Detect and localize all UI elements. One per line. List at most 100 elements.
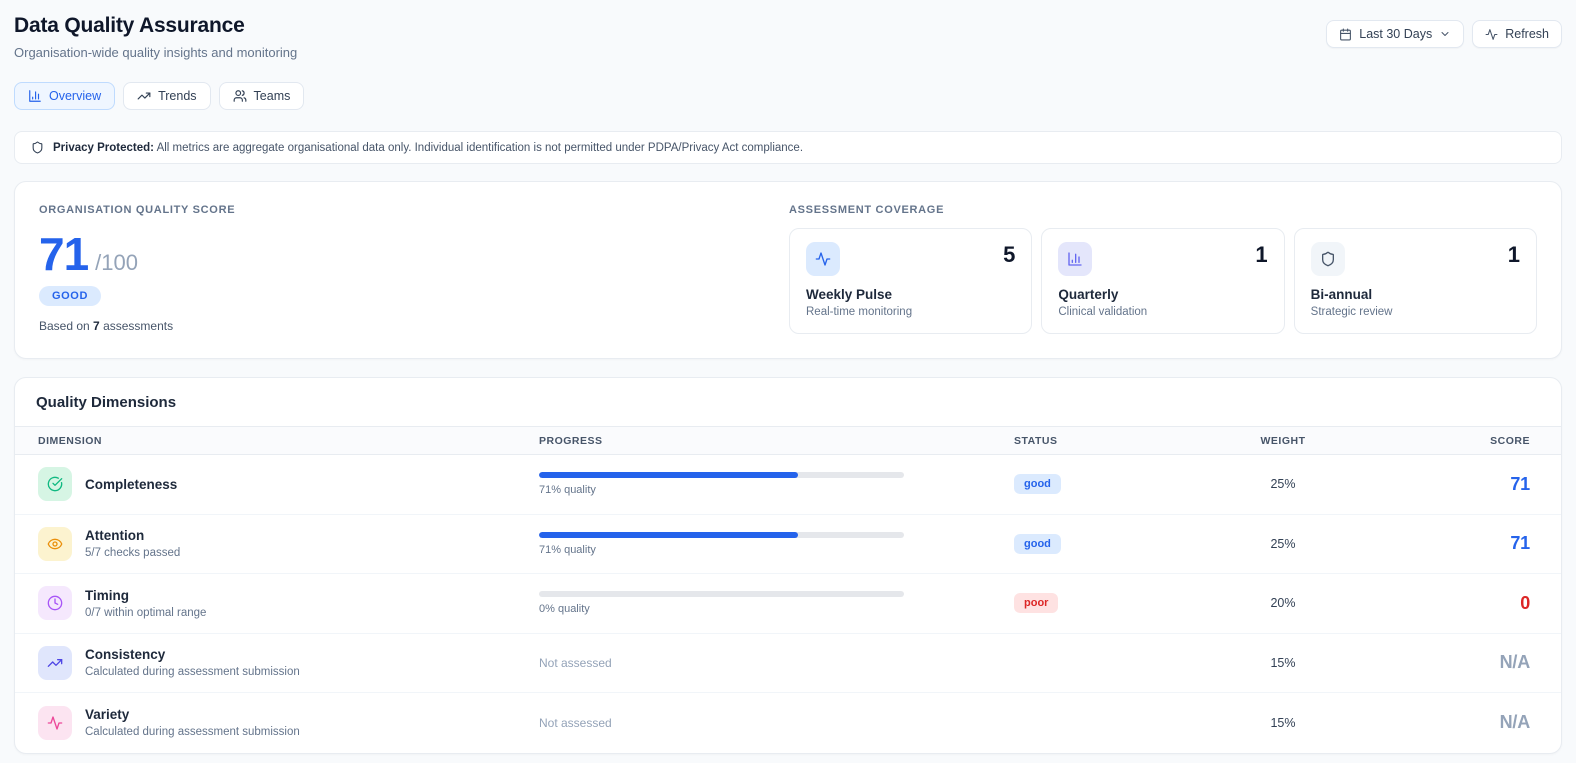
tab[interactable]: Trends <box>123 82 211 110</box>
coverage-card-subtitle: Strategic review <box>1310 306 1393 318</box>
weight-value: 20% <box>1270 596 1296 611</box>
assessment-coverage-section: Assessment Coverage 5 Weekly Pulse Real-… <box>789 204 1537 334</box>
score-value: 71 <box>1510 473 1530 494</box>
progress-bar-fill <box>539 531 799 538</box>
coverage-card-title: Weekly Pulse <box>806 287 893 302</box>
refresh-label: Refresh <box>1505 27 1549 41</box>
assessment-coverage-cards: 5 Weekly Pulse Real-time monitoring 1 Qu… <box>789 228 1537 334</box>
coverage-card: 1 Bi-annual Strategic review <box>1293 228 1537 334</box>
status-badge: good <box>1014 533 1061 554</box>
tab-label: Trends <box>158 89 197 103</box>
coverage-card-count: 1 <box>1255 242 1268 267</box>
table-row: Timing 0/7 within optimal range 0% quali… <box>15 574 1561 634</box>
dimension-icon <box>47 715 63 731</box>
quality-score-section-label: Organisation Quality Score <box>39 204 236 216</box>
coverage-card-icon <box>1067 251 1083 267</box>
table-row: Completeness 71% quality good 25% 71 <box>15 455 1561 515</box>
dimension-icon <box>47 536 63 552</box>
table-row: Attention 5/7 checks passed 71% quality … <box>15 515 1561 574</box>
progress-not-assessed: Not assessed <box>539 715 612 730</box>
dimension-subtitle: 0/7 within optimal range <box>85 606 207 619</box>
tab-icon <box>233 89 247 103</box>
weight-value: 25% <box>1270 477 1296 492</box>
progress-bar-track <box>539 591 904 598</box>
score-number: 71 <box>39 228 89 280</box>
dimension-icon <box>47 476 63 492</box>
refresh-button[interactable]: Refresh <box>1472 20 1562 48</box>
score-status-badge: GOOD <box>39 286 102 306</box>
privacy-body: All metrics are aggregate organisational… <box>156 141 804 154</box>
score-value: 0 <box>1520 592 1530 613</box>
date-range-label: Last 30 Days <box>1359 27 1433 41</box>
coverage-card-icon-box <box>1058 242 1093 276</box>
progress-cell: 71% quality <box>539 531 1014 556</box>
status-badge: good <box>1014 474 1061 495</box>
privacy-banner: Privacy Protected: All metrics are aggre… <box>14 131 1562 164</box>
dimension-cell: Completeness <box>38 467 539 502</box>
progress-label: 71% quality <box>539 484 596 497</box>
quality-score-section: Organisation Quality Score 71 /100 GOOD … <box>39 204 235 334</box>
weight-value: 15% <box>1270 655 1296 670</box>
progress-label: 0% quality <box>539 603 590 616</box>
tab-icon <box>28 89 42 103</box>
progress-cell: Not assessed <box>539 716 1014 730</box>
calendar-icon <box>1339 28 1352 41</box>
progress-label: 71% quality <box>539 543 596 556</box>
dimension-icon-box <box>38 526 72 561</box>
topbar-titles: Data Quality Assurance Organisation-wide… <box>14 14 297 60</box>
progress-not-assessed: Not assessed <box>539 655 612 670</box>
table-header-row: DIMENSION PROGRESS STATUS WEIGHT SCORE <box>15 427 1561 455</box>
coverage-card-title: Quarterly <box>1058 287 1119 302</box>
progress-cell: 71% quality <box>539 472 1014 496</box>
coverage-card-count: 1 <box>1507 242 1520 267</box>
status-badge: poor <box>1014 593 1059 614</box>
privacy-text: Privacy Protected: All metrics are aggre… <box>53 142 803 154</box>
assessment-count: 7 <box>93 319 100 333</box>
coverage-card: 1 Quarterly Clinical validation <box>1041 228 1285 334</box>
dimension-subtitle: 5/7 checks passed <box>85 547 181 560</box>
column-header-score: SCORE <box>1490 434 1530 447</box>
table-body: Completeness 71% quality good 25% 71 Att… <box>15 455 1561 753</box>
progress-bar-fill <box>539 472 799 479</box>
tab[interactable]: Teams <box>218 82 305 110</box>
tab[interactable]: Overview <box>14 82 116 110</box>
score-value: N/A <box>1499 712 1531 733</box>
score-footnote: Based on 7 assessments <box>39 319 174 333</box>
assessment-coverage-label: Assessment Coverage <box>789 204 945 216</box>
table-row: Variety Calculated during assessment sub… <box>15 693 1561 753</box>
status-cell: good <box>1014 533 1173 554</box>
progress-bar-track <box>539 472 904 479</box>
coverage-card-icon-box <box>806 242 840 276</box>
activity-icon <box>1485 28 1498 41</box>
quality-dimensions-header: Quality Dimensions <box>15 378 1561 427</box>
coverage-card-icon <box>1320 251 1336 267</box>
score-value: 71 <box>1510 533 1530 554</box>
chevron-down-icon <box>1439 28 1451 40</box>
coverage-card-icon-box <box>1310 242 1345 276</box>
column-header-dimension: DIMENSION <box>38 434 103 447</box>
coverage-card-subtitle: Clinical validation <box>1058 306 1148 318</box>
progress-cell: Not assessed <box>539 656 1014 670</box>
dimension-subtitle: Calculated during assessment submission <box>85 666 300 679</box>
column-header-status: STATUS <box>1014 434 1058 447</box>
quality-dimensions-card: Quality Dimensions DIMENSION PROGRESS ST… <box>14 377 1562 754</box>
dimension-name: Consistency <box>85 647 166 663</box>
weight-value: 15% <box>1270 715 1296 730</box>
quality-dimensions-title: Quality Dimensions <box>36 394 177 411</box>
score-max: /100 <box>95 250 138 275</box>
dimension-cell: Consistency Calculated during assessment… <box>38 645 539 680</box>
dimension-name: Timing <box>85 587 130 603</box>
status-cell: poor <box>1014 593 1173 614</box>
date-range-button[interactable]: Last 30 Days <box>1326 20 1465 48</box>
dimension-name: Variety <box>85 707 130 723</box>
dimension-icon <box>47 595 63 611</box>
topbar: Data Quality Assurance Organisation-wide… <box>14 14 1562 60</box>
topbar-actions: Last 30 Days Refresh <box>1326 20 1562 48</box>
quality-score-value: 71 /100 <box>39 231 235 277</box>
dimension-icon-box <box>38 586 72 621</box>
overview-card: Organisation Quality Score 71 /100 GOOD … <box>14 181 1562 359</box>
page-title: Data Quality Assurance <box>14 14 245 37</box>
dimension-icon-box <box>38 645 72 680</box>
coverage-card-subtitle: Real-time monitoring <box>806 306 913 318</box>
dimension-cell: Variety Calculated during assessment sub… <box>38 705 539 740</box>
